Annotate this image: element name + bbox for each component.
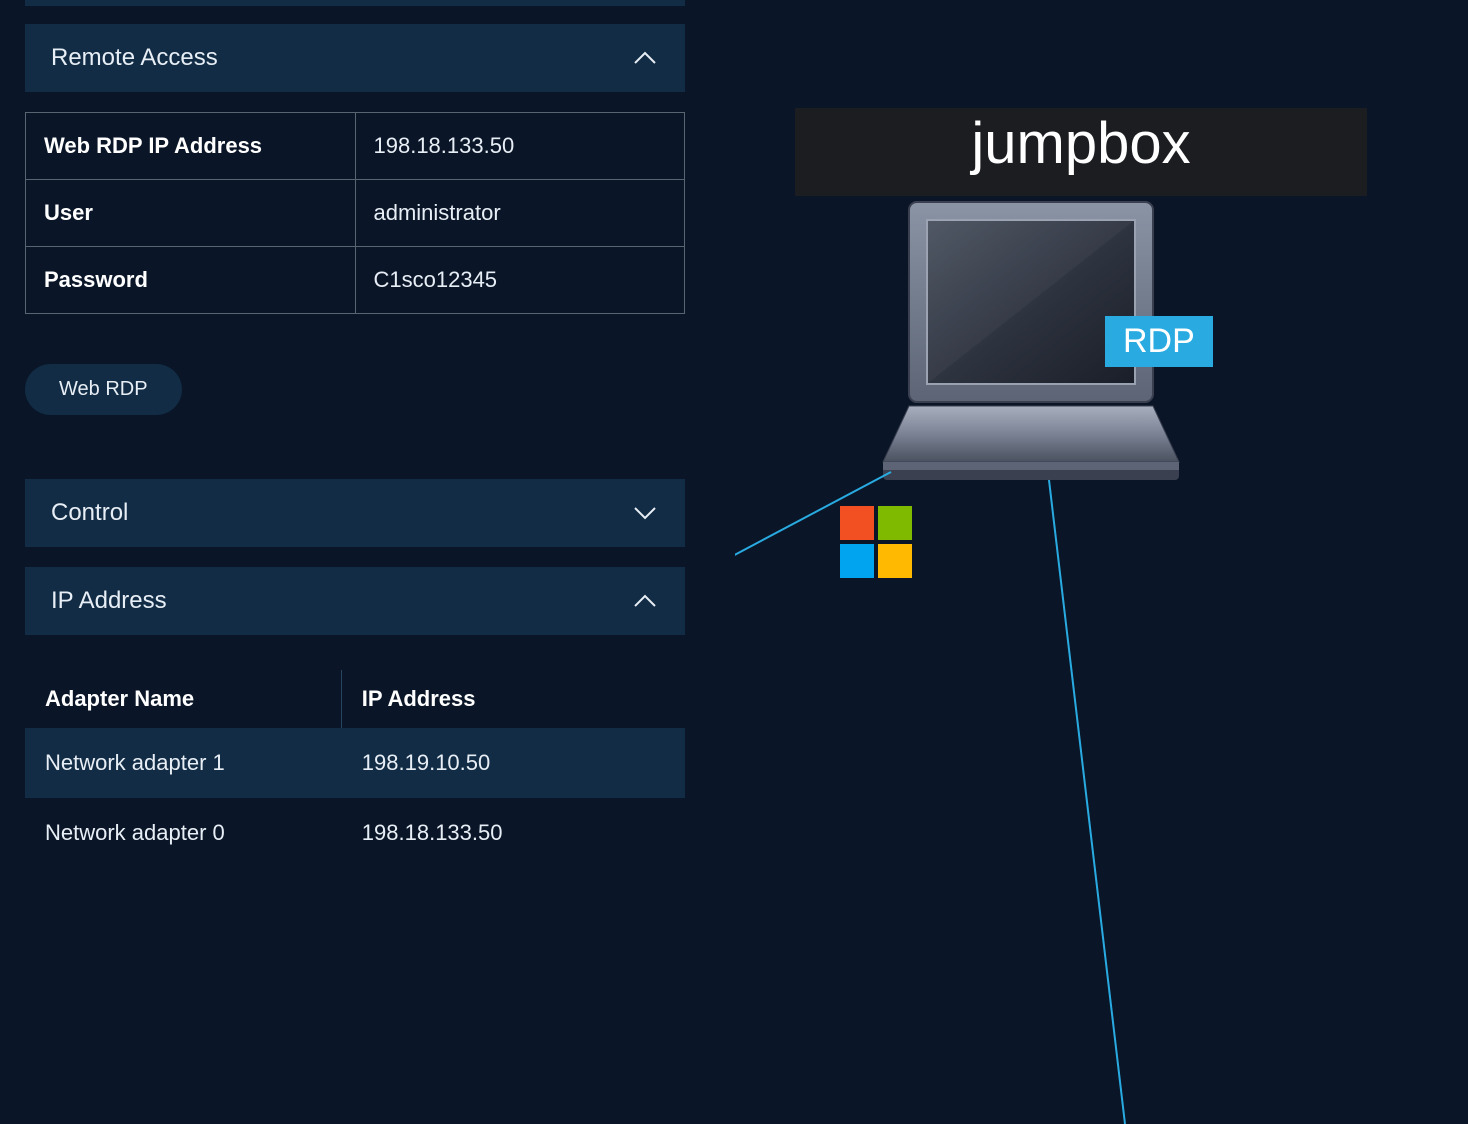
cred-label: Password xyxy=(26,247,356,314)
control-title: Control xyxy=(51,499,128,527)
web-rdp-button[interactable]: Web RDP xyxy=(25,364,182,415)
chevron-up-icon xyxy=(631,587,659,615)
ip-address-header[interactable]: IP Address xyxy=(25,567,685,635)
chevron-down-icon xyxy=(631,499,659,527)
adapter-ip: 198.19.10.50 xyxy=(342,746,685,780)
ip-address-title: IP Address xyxy=(51,587,167,615)
ip-table-header: Adapter Name IP Address xyxy=(25,670,685,728)
windows-icon xyxy=(840,506,912,578)
credentials-row: Password C1sco12345 xyxy=(26,247,685,314)
cred-value: administrator xyxy=(355,180,685,247)
remote-access-title: Remote Access xyxy=(51,44,218,72)
col-adapter-name: Adapter Name xyxy=(25,670,342,728)
control-header[interactable]: Control xyxy=(25,479,685,547)
remote-access-header[interactable]: Remote Access xyxy=(25,24,685,92)
chevron-up-icon xyxy=(631,44,659,72)
cred-value: C1sco12345 xyxy=(355,247,685,314)
cred-label: Web RDP IP Address xyxy=(26,113,356,180)
node-title: jumpbox xyxy=(795,110,1367,177)
credentials-row: Web RDP IP Address 198.18.133.50 xyxy=(26,113,685,180)
adapter-name: Network adapter 0 xyxy=(25,816,342,850)
col-ip-address: IP Address xyxy=(342,670,685,728)
panel-top-edge xyxy=(25,0,685,6)
ip-address-table: Adapter Name IP Address Network adapter … xyxy=(25,670,685,868)
credentials-table: Web RDP IP Address 198.18.133.50 User ad… xyxy=(25,112,685,314)
cred-value: 198.18.133.50 xyxy=(355,113,685,180)
cred-label: User xyxy=(26,180,356,247)
rdp-badge[interactable]: RDP xyxy=(1105,316,1213,367)
topology-diagram: jumpbox RDP xyxy=(735,0,1468,1124)
credentials-row: User administrator xyxy=(26,180,685,247)
adapter-ip: 198.18.133.50 xyxy=(342,816,685,850)
info-panel: Remote Access Web RDP IP Address 198.18.… xyxy=(25,0,685,868)
ip-table-row[interactable]: Network adapter 0 198.18.133.50 xyxy=(25,798,685,868)
ip-table-row[interactable]: Network adapter 1 198.19.10.50 xyxy=(25,728,685,798)
adapter-name: Network adapter 1 xyxy=(25,746,342,780)
